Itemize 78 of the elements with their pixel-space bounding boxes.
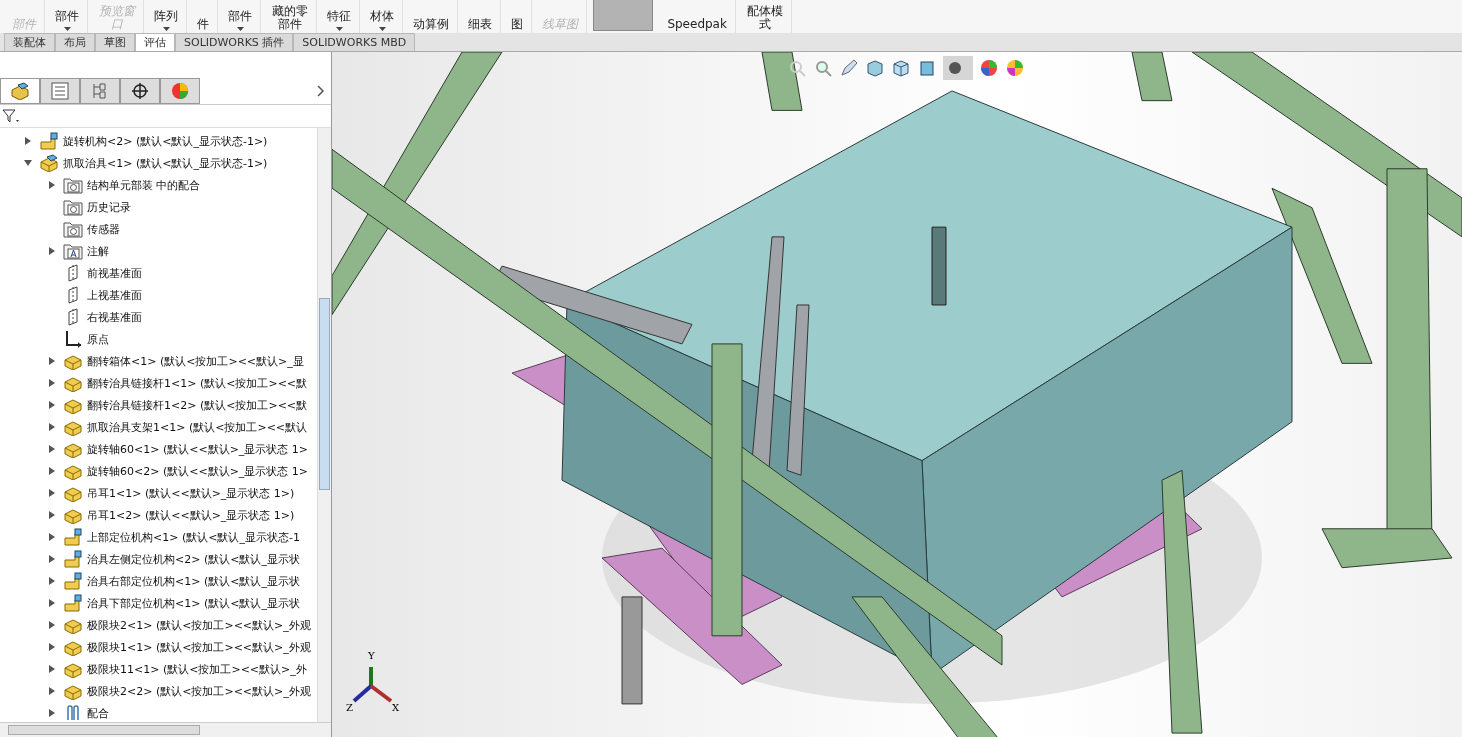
filter-icon[interactable] <box>2 109 20 123</box>
tree-item[interactable]: 翻转治具链接杆1<1> (默认<按加工><<默 <box>87 375 308 391</box>
expand-arrow-icon[interactable] <box>49 357 55 365</box>
tree-item[interactable]: 极限块1<1> (默认<按加工><<默认>_外观 <box>87 639 311 655</box>
expand-arrow-icon[interactable] <box>49 577 55 585</box>
tree-item[interactable]: 治具左侧定位机构<2> (默认<默认_显示状 <box>87 551 300 567</box>
tree-item[interactable]: 旋转轴60<1> (默认<<默认>_显示状态 1> <box>87 441 309 457</box>
tree-item[interactable]: 极限块11<1> (默认<按加工><<默认>_外 <box>87 661 307 677</box>
expand-arrow-icon[interactable] <box>49 489 55 497</box>
magnifier-icon[interactable] <box>813 58 833 78</box>
tree-item[interactable]: 结构单元部装 中的配合 <box>87 177 201 193</box>
expand-arrow-icon[interactable] <box>49 621 55 629</box>
expand-arrow-icon[interactable] <box>49 423 55 431</box>
ribbon-tab[interactable]: 布局 <box>55 33 95 51</box>
cad-assembly-drawing[interactable] <box>332 52 1462 737</box>
tree-item[interactable]: 极限块2<1> (默认<按加工><<默认>_外观 <box>87 617 311 633</box>
tree-item[interactable]: 治具下部定位机构<1> (默认<默认_显示状 <box>87 595 300 611</box>
expand-arrow-icon[interactable] <box>49 665 55 673</box>
zoom-fit-icon[interactable] <box>787 58 807 78</box>
display-style-icon[interactable] <box>943 56 973 80</box>
tree-item[interactable]: 历史记录 <box>87 199 131 215</box>
expand-arrow-icon[interactable] <box>49 687 55 695</box>
tree-item[interactable]: 上部定位机构<1> (默认<默认_显示状态-1 <box>87 529 300 545</box>
list-icon <box>51 82 69 100</box>
expand-arrow-icon[interactable] <box>49 181 55 189</box>
tree-item[interactable]: 吊耳1<2> (默认<<默认>_显示状态 1>) <box>87 507 295 523</box>
color-wheel-icon <box>171 82 189 100</box>
expand-arrow-icon[interactable] <box>25 137 31 145</box>
axis-label: Y <box>368 651 375 661</box>
expand-arrow-icon[interactable] <box>49 445 55 453</box>
expand-arrow-icon[interactable] <box>49 511 55 519</box>
tree-item[interactable]: 旋转轴60<2> (默认<<默认>_显示状态 1> <box>87 463 309 479</box>
axis-label: X <box>392 703 400 713</box>
tree-item[interactable]: 旋转机构<2> (默认<默认_显示状态-1>) <box>63 133 268 149</box>
horizontal-scrollbar[interactable] <box>0 722 331 737</box>
preview-thumbnail[interactable] <box>593 0 654 31</box>
tree-item[interactable]: 上视基准面 <box>87 287 142 303</box>
tree-item[interactable]: 前视基准面 <box>87 265 142 281</box>
collapse-arrow-icon[interactable] <box>24 160 32 166</box>
tree-item[interactable]: 治具右部定位机构<1> (默认<默认_显示状 <box>87 573 300 589</box>
panel-tab[interactable] <box>120 78 160 104</box>
tree-item[interactable]: 翻转箱体<1> (默认<按加工><<默认>_显 <box>87 353 304 369</box>
tree-item[interactable]: 传感器 <box>87 221 120 237</box>
expand-arrow-icon[interactable] <box>49 379 55 387</box>
expand-arrow-icon[interactable] <box>49 555 55 563</box>
tree-item[interactable]: 原点 <box>87 331 109 347</box>
color-sphere-icon[interactable] <box>1005 58 1025 78</box>
cube-icon[interactable] <box>891 58 911 78</box>
tree-item[interactable]: 吊耳1<1> (默认<<默认>_显示状态 1>) <box>87 485 295 501</box>
tree-item[interactable]: 右视基准面 <box>87 309 142 325</box>
expand-arrow-icon[interactable] <box>49 709 55 717</box>
expand-arrow-icon[interactable] <box>49 533 55 541</box>
cube-icon[interactable] <box>865 58 885 78</box>
tree-item[interactable]: 配合 <box>87 705 109 721</box>
tree-structure-icon <box>91 82 109 100</box>
cube-icon[interactable] <box>917 58 937 78</box>
tree-item[interactable]: 注解 <box>87 243 109 259</box>
crosshair-icon <box>131 82 149 100</box>
expand-arrow-icon[interactable] <box>49 599 55 607</box>
pencil-icon[interactable] <box>839 58 859 78</box>
ribbon-tab[interactable]: 装配体 <box>4 33 55 51</box>
chevron-right-icon[interactable] <box>317 85 325 97</box>
tree-item[interactable]: 极限块2<2> (默认<按加工><<默认>_外观 <box>87 683 311 699</box>
part-icon <box>10 82 30 100</box>
tree-item[interactable]: 抓取治具支架1<1> (默认<按加工><<默认 <box>87 419 308 435</box>
expand-arrow-icon[interactable] <box>49 643 55 651</box>
ribbon-tab[interactable]: SOLIDWORKS 插件 <box>175 33 294 51</box>
expand-arrow-icon[interactable] <box>49 247 55 255</box>
color-sphere-icon[interactable] <box>979 58 999 78</box>
expand-arrow-icon[interactable] <box>49 467 55 475</box>
ribbon-tab[interactable]: 草图 <box>95 33 135 51</box>
tree-item[interactable]: 抓取治具<1> (默认<默认_显示状态-1>) <box>63 155 268 171</box>
ribbon-tab[interactable]: 评估 <box>135 33 175 51</box>
axis-label: Z <box>346 703 353 713</box>
expand-arrow-icon[interactable] <box>49 401 55 409</box>
ribbon-tab[interactable]: SOLIDWORKS MBD <box>293 33 416 51</box>
vertical-scrollbar[interactable] <box>317 128 331 722</box>
tree-item[interactable]: 翻转治具链接杆1<2> (默认<按加工><<默 <box>87 397 308 413</box>
